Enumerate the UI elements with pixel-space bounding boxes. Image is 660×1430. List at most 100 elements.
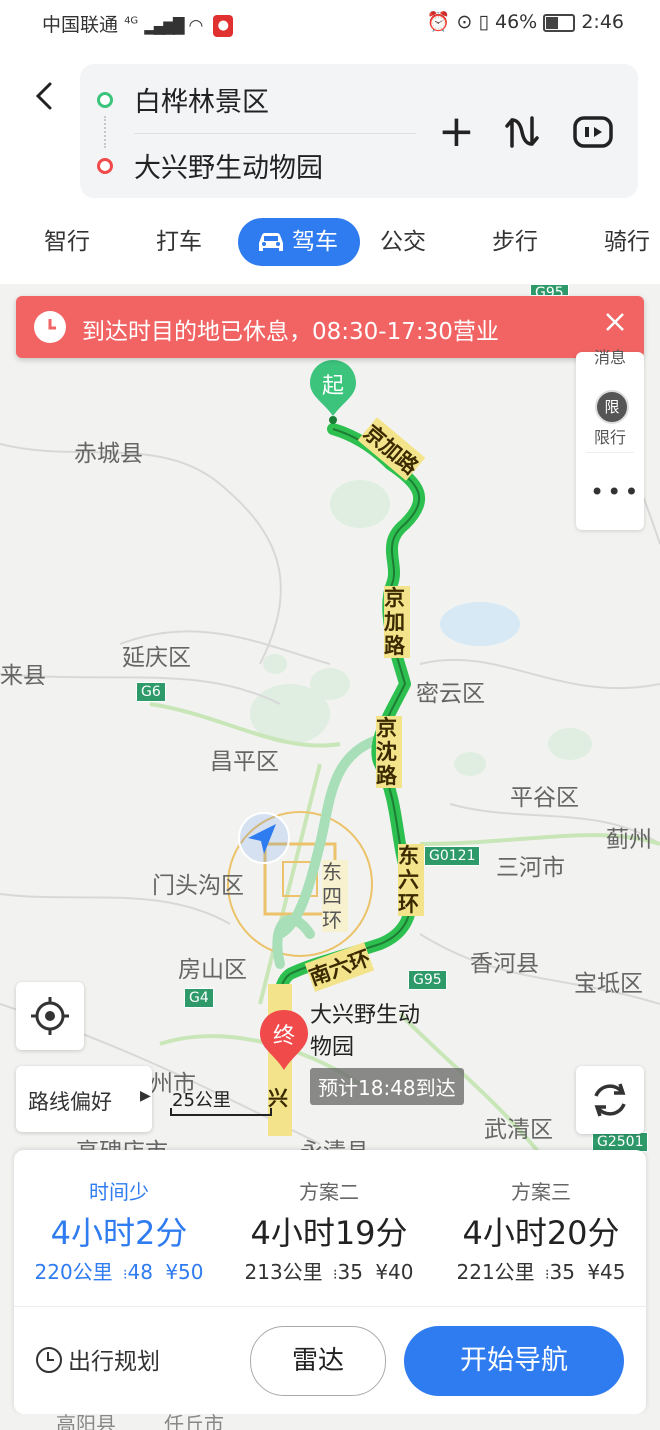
end-marker-label: 终: [272, 1024, 295, 1049]
wifi-icon: ◠: [188, 16, 204, 36]
back-arrow-icon: [35, 82, 52, 110]
plan-toll: ¥45: [587, 1260, 626, 1284]
destination-input[interactable]: 大兴野生动物园: [134, 146, 323, 185]
map-label-laixian: 来县: [0, 663, 46, 689]
route-preference-button[interactable]: 路线偏好 ▶: [16, 1066, 152, 1132]
highway-shield-g2501: G2501: [592, 1132, 649, 1152]
more-button[interactable]: •••: [590, 478, 641, 506]
map-label-fangshan: 房山区: [178, 957, 247, 983]
plan-meta: 220公里 ⁝48 ¥50: [14, 1256, 224, 1285]
plan-toll: ¥50: [165, 1260, 204, 1284]
map-label-gaoyang: 高阳县: [56, 1412, 116, 1430]
map-label-mentougou: 门头沟区: [152, 873, 244, 899]
road-label-dongliuhuan: 东六环: [398, 844, 424, 916]
road-label-jingshen: 京沈路: [376, 716, 402, 788]
tab-walk[interactable]: 步行: [492, 222, 538, 256]
origin-dot-icon: [97, 92, 113, 108]
trip-planning-label: 出行规划: [68, 1349, 160, 1375]
map-below-sheet: 高阳县 任丘市: [0, 1412, 660, 1430]
map-label-baodi: 宝坻区: [574, 971, 643, 997]
eta-label: 预计18:48到达: [310, 1068, 464, 1105]
swap-icon: [505, 116, 539, 148]
microphone-icon: ●: [213, 14, 234, 37]
location-icon: ⊙: [456, 11, 473, 33]
route-plans-sheet: 时间少 4小时2分 220公里 ⁝48 ¥50 方案二 4小时19分 213公里…: [14, 1150, 646, 1414]
add-waypoint-button[interactable]: +: [438, 110, 475, 154]
divider: [134, 133, 416, 134]
map-label-xianghe: 香河县: [470, 951, 539, 977]
alarm-icon: ⏰: [426, 11, 451, 33]
navigation-arrow-icon: [248, 824, 276, 854]
map-view[interactable]: 赤城县 延庆区 来县 密云区 昌平区 平谷区 蓟州 门头沟区 三河市 房山区 香…: [0, 284, 660, 1154]
radar-button[interactable]: 雷达: [250, 1326, 386, 1396]
map-label-wuqing: 武清区: [484, 1117, 553, 1143]
battery-icon: [543, 13, 576, 32]
car-icon: [259, 233, 283, 251]
vehicle-settings-button[interactable]: [572, 112, 614, 152]
start-marker-label: 起: [321, 374, 344, 399]
road-label-jingjia-2: 京加路: [384, 586, 410, 658]
tab-drive-label: 驾车: [292, 229, 338, 255]
plan-meta: 213公里 ⁝35 ¥40: [224, 1256, 434, 1285]
tab-bus[interactable]: 公交: [380, 222, 426, 256]
plan-toll: ¥40: [375, 1260, 414, 1284]
destination-map-label: 大兴野生动 物园: [310, 1000, 420, 1064]
route-connector: [104, 116, 106, 148]
status-left: 中国联通 4G ▂▄▆█ ◠ ●: [42, 10, 234, 37]
start-navigation-button[interactable]: 开始导航: [404, 1326, 624, 1396]
refresh-icon: [594, 1083, 626, 1117]
plan-option-2[interactable]: 方案二 4小时19分 213公里 ⁝35 ¥40: [224, 1150, 434, 1300]
swap-route-button[interactable]: [502, 112, 542, 152]
sheet-divider: [14, 1306, 646, 1307]
closed-alert-banner: 到达时目的地已休息，08:30-17:30营业: [16, 296, 644, 358]
vibrate-icon: ▯: [478, 11, 489, 33]
close-alert-button[interactable]: [604, 310, 626, 340]
plan-meta: 221公里 ⁝35 ¥45: [436, 1256, 646, 1285]
refresh-route-button[interactable]: [576, 1066, 644, 1134]
plan-label: 方案二: [299, 1180, 359, 1204]
plan-label: 方案三: [511, 1180, 571, 1204]
map-label-jizhou: 蓟州: [606, 827, 652, 853]
message-button[interactable]: 消息: [594, 344, 626, 366]
clock-icon: [34, 311, 66, 343]
back-button[interactable]: [30, 76, 60, 116]
plan-distance: 220公里: [34, 1260, 113, 1284]
map-label-sanhe: 三河市: [496, 855, 565, 881]
crosshair-icon: [31, 997, 69, 1035]
plan-duration: 4小时19分: [250, 1214, 408, 1252]
plan-option-1[interactable]: 时间少 4小时2分 220公里 ⁝48 ¥50: [14, 1150, 224, 1300]
tab-drive[interactable]: 驾车: [238, 218, 360, 266]
tab-smart[interactable]: 智行: [44, 222, 90, 256]
locate-me-button[interactable]: [16, 982, 84, 1050]
restriction-button[interactable]: 限行: [594, 424, 626, 448]
map-label-changping: 昌平区: [210, 749, 279, 775]
plan-duration: 4小时20分: [462, 1214, 620, 1252]
destination-map-label-line1: 大兴野生动: [310, 1003, 421, 1028]
clock-outline-icon: [36, 1347, 62, 1373]
tab-taxi[interactable]: 打车: [156, 222, 202, 256]
map-label-yanqing: 延庆区: [122, 645, 191, 671]
plan-label: 时间少: [89, 1180, 149, 1204]
highway-shield-g6: G6: [136, 682, 166, 702]
plan-lights: 35: [337, 1260, 363, 1284]
map-label-renqiu: 任丘市: [164, 1412, 224, 1430]
network-label: 4G: [124, 15, 139, 27]
side-divider: [586, 452, 634, 453]
plan-lights: 48: [127, 1260, 153, 1284]
end-marker[interactable]: 终: [258, 1008, 310, 1074]
current-location-marker: [238, 812, 290, 864]
map-side-panel: 消息 限 限行 •••: [576, 348, 644, 530]
status-bar: 中国联通 4G ▂▄▆█ ◠ ● ⏰ ⊙ ▯ 46% 2:46: [0, 0, 660, 48]
map-label-miyun: 密云区: [416, 681, 485, 707]
route-preference-label: 路线偏好: [28, 1090, 112, 1114]
plan-option-3[interactable]: 方案三 4小时20分 221公里 ⁝35 ¥45: [436, 1150, 646, 1300]
map-label-pinggu: 平谷区: [510, 785, 579, 811]
origin-input[interactable]: 白桦林景区: [134, 80, 269, 119]
triangle-right-icon: ▶: [140, 1088, 151, 1104]
start-marker[interactable]: 起: [308, 358, 358, 424]
destination-dot-icon: [97, 158, 113, 174]
carrier-label: 中国联通: [42, 14, 119, 36]
trip-planning-button[interactable]: 出行规划: [36, 1342, 160, 1376]
alert-text: 到达时目的地已休息，08:30-17:30营业: [82, 319, 499, 345]
tab-bike[interactable]: 骑行: [604, 222, 660, 256]
